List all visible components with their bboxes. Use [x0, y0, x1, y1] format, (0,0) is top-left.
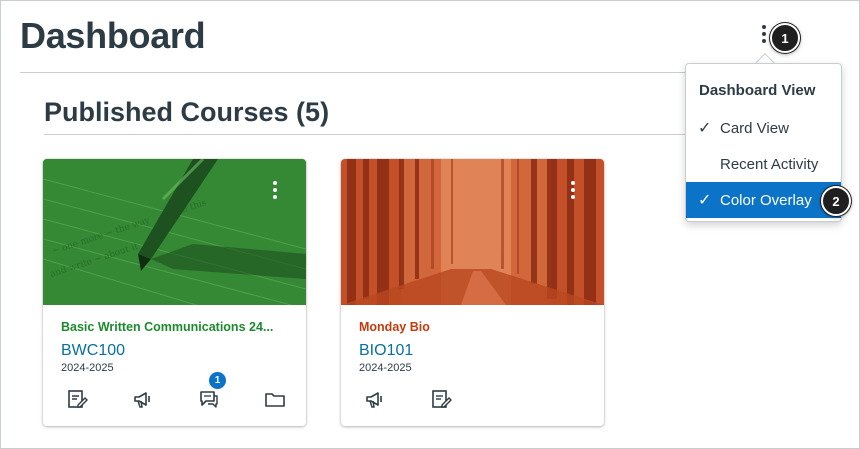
course-card-actions: 1: [61, 372, 291, 411]
discussions-icon[interactable]: 1: [197, 372, 226, 411]
page-title: Dashboard: [20, 15, 206, 56]
section-title: Published Courses (5): [44, 97, 330, 127]
course-card-bwc100[interactable]: ~ one more ~ the way and write ~ about i…: [43, 159, 306, 426]
assignments-icon[interactable]: [429, 387, 453, 411]
menu-heading: Dashboard View: [699, 82, 816, 99]
menu-item-label: Recent Activity: [720, 155, 819, 173]
card-options-kebab-icon[interactable]: [270, 181, 280, 203]
files-icon[interactable]: [263, 387, 287, 411]
section-divider: [44, 134, 686, 135]
dashboard-view-menu: Dashboard View ✓ Card View Recent Activi…: [685, 63, 842, 222]
course-card-hero-image[interactable]: [341, 159, 604, 305]
course-term: 2024-2025: [359, 362, 412, 374]
checkmark-icon: ✓: [698, 120, 712, 137]
dashboard-frame: Dashboard 1 Published Courses (5) ~ one …: [0, 0, 860, 449]
course-name: Basic Written Communications 24...: [61, 320, 274, 334]
unread-count-badge: 1: [209, 372, 226, 389]
callout-badge-1: 1: [770, 23, 800, 53]
course-code-link[interactable]: BWC100: [61, 342, 125, 360]
assignments-icon[interactable]: [65, 387, 89, 411]
course-card-bio101[interactable]: Monday Bio BIO101 2024-2025: [341, 159, 604, 426]
menu-item-color-overlay[interactable]: ✓ Color Overlay: [686, 182, 841, 218]
menu-item-label: Color Overlay: [720, 191, 812, 209]
course-term: 2024-2025: [61, 362, 114, 374]
pen-writing-image: ~ one more ~ the way and write ~ about i…: [43, 159, 306, 305]
menu-item-recent-activity[interactable]: Recent Activity: [686, 146, 841, 182]
menu-item-card-view[interactable]: ✓ Card View: [686, 110, 841, 146]
callout-badge-2: 2: [821, 186, 851, 216]
course-name: Monday Bio: [359, 320, 430, 334]
course-card-actions: [359, 387, 589, 411]
announcements-icon[interactable]: [363, 387, 387, 411]
checkmark-icon: ✓: [698, 192, 712, 209]
forest-path-image: [341, 159, 604, 305]
card-options-kebab-icon[interactable]: [568, 181, 578, 203]
menu-item-label: Card View: [720, 119, 789, 137]
course-code-link[interactable]: BIO101: [359, 342, 413, 360]
course-card-hero-image[interactable]: ~ one more ~ the way and write ~ about i…: [43, 159, 306, 305]
announcements-icon[interactable]: [131, 387, 155, 411]
